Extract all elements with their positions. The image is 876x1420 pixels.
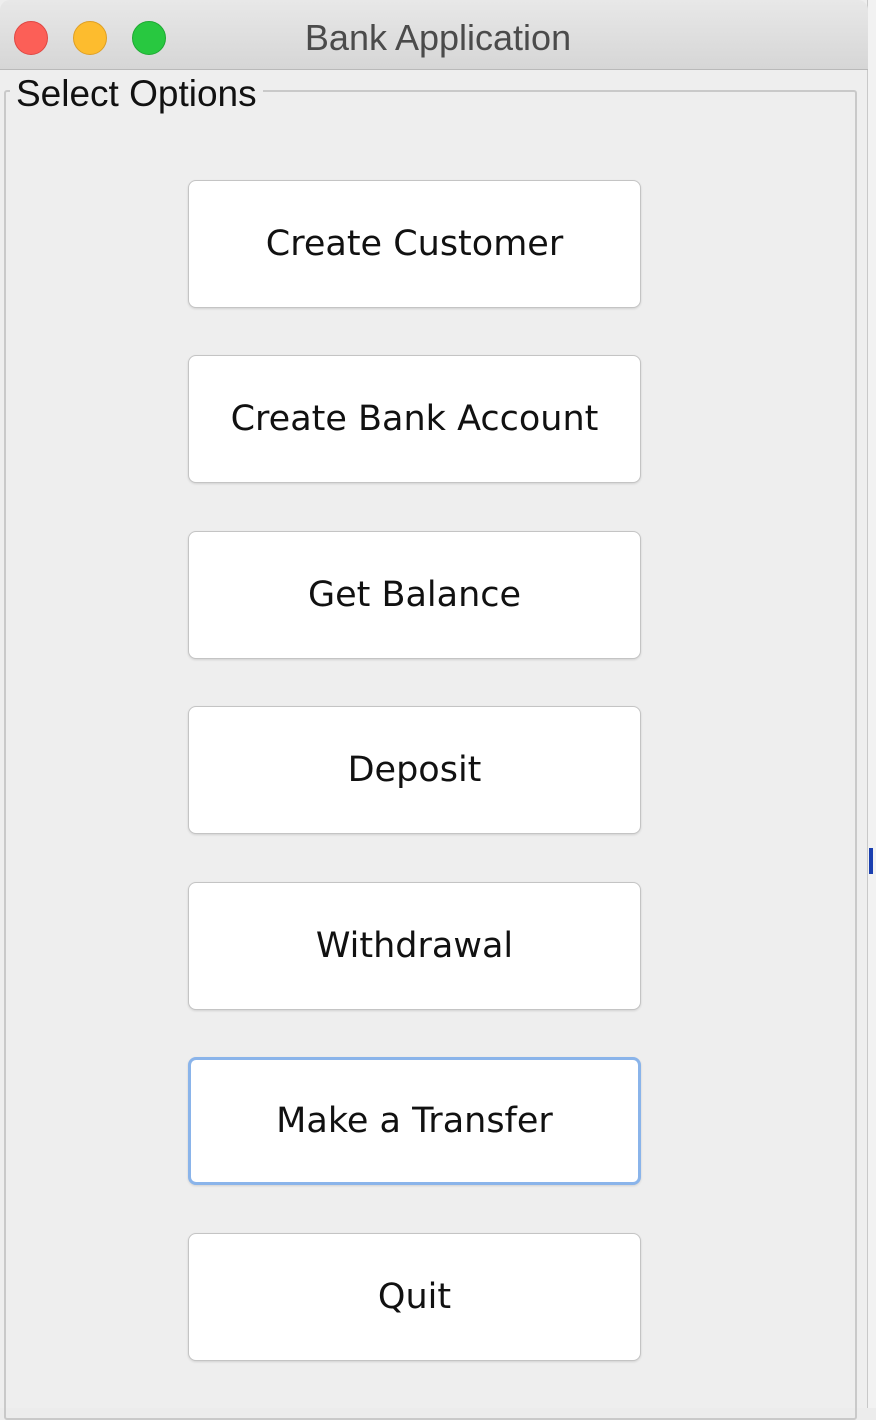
deposit-button[interactable]: Deposit xyxy=(188,706,641,834)
make-a-transfer-button[interactable]: Make a Transfer xyxy=(188,1057,641,1185)
bank-application-window: Bank Application Select Options Create C… xyxy=(0,0,868,1420)
title-bar[interactable]: Bank Application xyxy=(0,0,868,70)
background-window-edge xyxy=(868,0,876,1408)
create-bank-account-button[interactable]: Create Bank Account xyxy=(188,355,641,483)
get-balance-button[interactable]: Get Balance xyxy=(188,531,641,659)
window-title: Bank Application xyxy=(304,17,572,58)
quit-button[interactable]: Quit xyxy=(188,1233,641,1361)
create-customer-button[interactable]: Create Customer xyxy=(188,180,641,308)
options-group-title: Select Options xyxy=(10,74,263,114)
withdrawal-button[interactable]: Withdrawal xyxy=(188,882,641,1010)
background-window-mark xyxy=(869,848,873,874)
